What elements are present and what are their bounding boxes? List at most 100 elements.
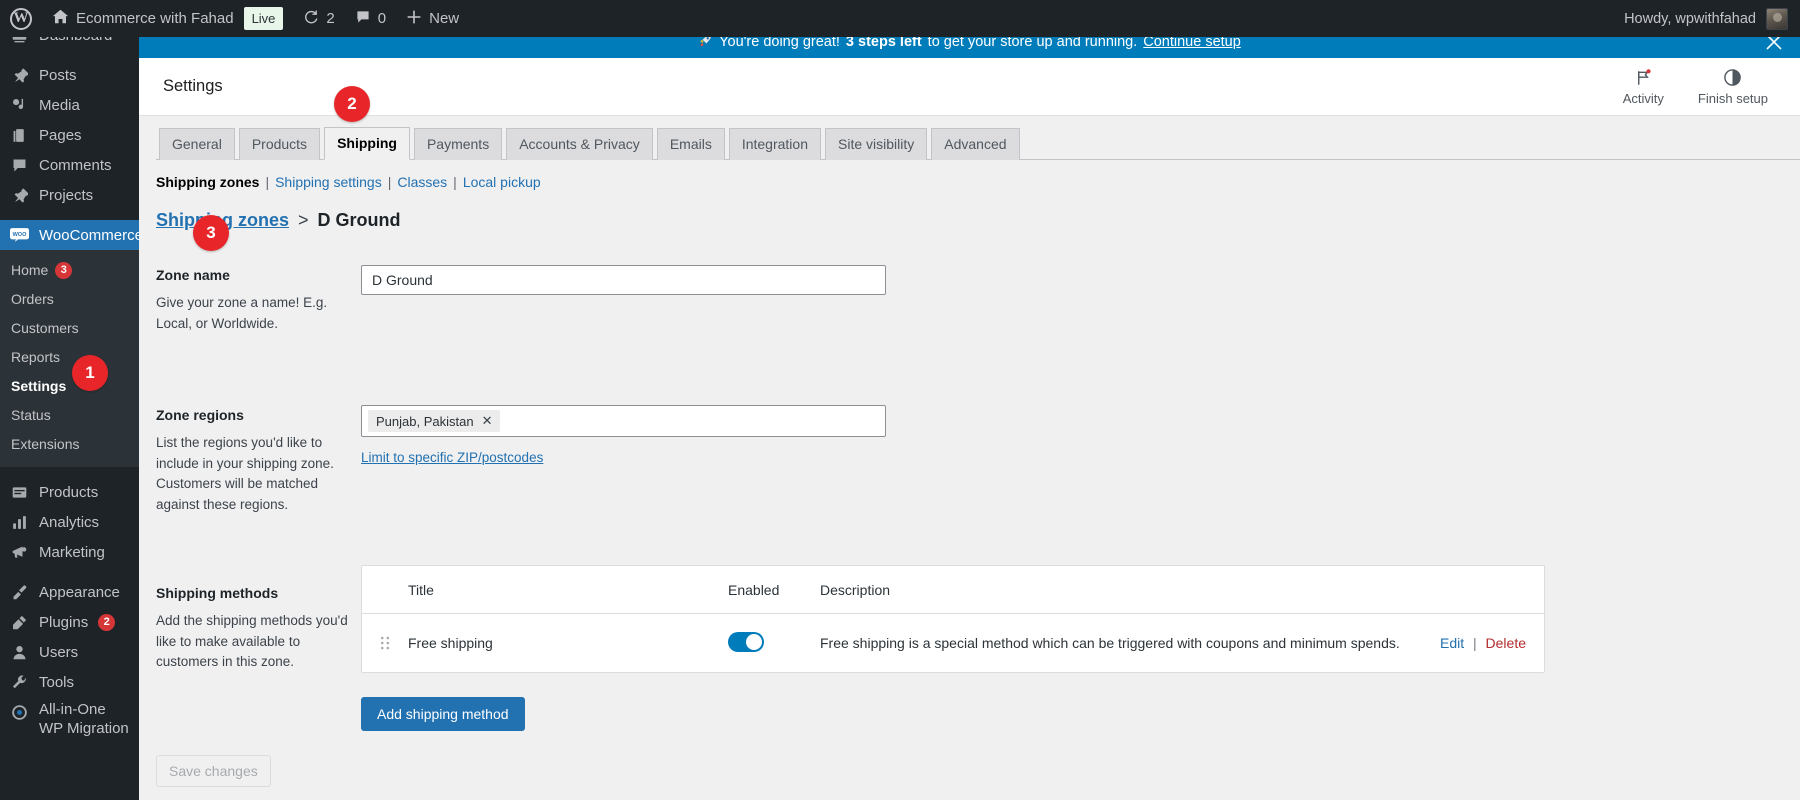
sidebar-item-all-in-one-wp-migration[interactable]: All-in-One WP Migration	[0, 697, 139, 739]
sidebar-label: Media	[39, 96, 80, 114]
sidebar-item-projects[interactable]: Projects	[0, 180, 139, 210]
woocommerce-submenu: Home 3 Orders Customers Reports Settings…	[0, 250, 139, 467]
submenu-label: Customers	[11, 320, 79, 336]
updates-menu[interactable]: 2	[293, 0, 344, 37]
region-chip-label: Punjab, Pakistan	[376, 413, 474, 429]
users-icon	[9, 642, 29, 662]
comments-menu[interactable]: 0	[345, 0, 396, 37]
step-badge-1: 1	[72, 355, 108, 391]
svg-text:WOO: WOO	[12, 232, 26, 238]
home-count-badge: 3	[55, 262, 73, 279]
tab-payments[interactable]: Payments	[413, 128, 503, 160]
zone-regions-heading: Zone regions	[156, 407, 244, 424]
settings-tabs-area: General Products Shipping Payments Accou…	[139, 116, 1800, 160]
wp-logo-menu[interactable]: W	[0, 0, 42, 37]
zone-regions-description: List the regions you'd like to include i…	[156, 435, 334, 512]
flag-activity-icon	[1634, 67, 1653, 87]
wp-admin-bar: W Ecommerce with Fahad Live 2 0 New Howd…	[0, 0, 1800, 37]
site-name-menu[interactable]: Ecommerce with Fahad	[42, 0, 244, 37]
admin-sidebar-menu: Dashboard Posts Media Pages Comments Pro…	[0, 0, 143, 800]
zone-name-input[interactable]: D Ground	[361, 265, 886, 295]
subnav-item-local-pickup[interactable]: Local pickup	[463, 174, 541, 190]
sidebar-label: WooCommerce	[39, 226, 143, 244]
sidebar-item-plugins[interactable]: Plugins 2	[0, 607, 139, 637]
delete-method-link[interactable]: Delete	[1486, 635, 1526, 651]
new-content-menu[interactable]: New	[396, 0, 469, 37]
tab-integration[interactable]: Integration	[728, 128, 821, 160]
sidebar-item-products[interactable]: Products	[0, 477, 139, 507]
submenu-item-status[interactable]: Status	[0, 401, 139, 430]
step-badge-3: 3	[193, 215, 229, 251]
table-header-row: Title Enabled Description	[362, 566, 1544, 615]
submenu-item-settings[interactable]: Settings	[0, 372, 139, 401]
submenu-item-customers[interactable]: Customers	[0, 314, 139, 343]
breadcrumb-separator: >	[298, 210, 309, 230]
tab-emails[interactable]: Emails	[656, 128, 725, 160]
tab-site-visibility[interactable]: Site visibility	[825, 128, 928, 160]
subnav-separator: |	[387, 174, 392, 190]
finish-setup-label: Finish setup	[1697, 91, 1768, 106]
method-actions: Edit | Delete	[1414, 635, 1544, 651]
subnav-item-shipping-settings[interactable]: Shipping settings	[275, 174, 382, 190]
tab-shipping[interactable]: Shipping	[324, 127, 410, 160]
sidebar-item-analytics[interactable]: Analytics	[0, 507, 139, 537]
sidebar-item-comments[interactable]: Comments	[0, 150, 139, 180]
tab-accounts-privacy[interactable]: Accounts & Privacy	[506, 128, 653, 160]
column-header-title: Title	[408, 581, 434, 598]
updates-icon	[303, 9, 319, 29]
howdy-label: Howdy, wpwithfahad	[1624, 10, 1756, 27]
sidebar-item-pages[interactable]: Pages	[0, 120, 139, 150]
sidebar-label: Pages	[39, 126, 82, 144]
sidebar-label: Analytics	[39, 513, 100, 531]
add-shipping-method-button[interactable]: Add shipping method	[361, 697, 525, 732]
close-x-icon[interactable]: ✕	[482, 413, 493, 429]
activity-panel-button[interactable]: Activity	[1623, 67, 1664, 106]
aiowpm-icon	[9, 702, 29, 722]
submenu-item-home[interactable]: Home 3	[0, 256, 139, 285]
sidebar-item-woocommerce[interactable]: WOO WooCommerce	[0, 220, 143, 250]
home-icon	[52, 8, 69, 29]
region-chip[interactable]: Punjab, Pakistan ✕	[368, 410, 501, 433]
sidebar-item-tools[interactable]: Tools	[0, 667, 139, 697]
zone-name-row: Zone name Give your zone a name! E.g. Lo…	[156, 265, 1800, 334]
tab-general[interactable]: General	[159, 128, 235, 160]
comments-icon	[9, 155, 29, 175]
save-changes-button[interactable]: Save changes	[156, 755, 271, 788]
tab-products[interactable]: Products	[238, 128, 321, 160]
sidebar-item-users[interactable]: Users	[0, 637, 139, 667]
submenu-label: Home	[11, 262, 49, 278]
finish-setup-button[interactable]: Finish setup	[1698, 67, 1768, 106]
sidebar-item-appearance[interactable]: Appearance	[0, 577, 139, 607]
limit-zip-postcodes-link[interactable]: Limit to specific ZIP/postcodes	[361, 450, 543, 465]
sidebar-label: All-in-One WP Migration	[39, 701, 129, 737]
sidebar-label: Plugins	[39, 613, 89, 631]
zone-name-description: Give your zone a name! E.g. Local, or Wo…	[156, 295, 328, 331]
wordpress-logo-icon: W	[10, 7, 32, 30]
sidebar-label: Posts	[39, 66, 77, 84]
marketing-megaphone-icon	[9, 542, 29, 562]
method-enabled-toggle[interactable]	[728, 631, 764, 652]
zone-regions-select[interactable]: Punjab, Pakistan ✕	[361, 405, 886, 438]
drag-handle-icon[interactable]	[362, 635, 408, 651]
posts-pin-icon	[9, 65, 29, 85]
submenu-item-orders[interactable]: Orders	[0, 285, 139, 314]
method-title[interactable]: Free shipping	[408, 635, 728, 651]
sidebar-item-media[interactable]: Media	[0, 90, 139, 120]
submenu-item-extensions[interactable]: Extensions	[0, 430, 139, 459]
shipping-methods-table: Title Enabled Description Free shipping …	[361, 565, 1545, 674]
column-header-enabled: Enabled	[728, 581, 780, 598]
action-separator: |	[1473, 635, 1477, 652]
main-content-area: You're doing great! 3 steps left to get …	[139, 0, 1800, 800]
subnav-item-classes[interactable]: Classes	[397, 174, 447, 190]
sidebar-item-posts[interactable]: Posts	[0, 60, 139, 90]
submenu-label: Orders	[11, 291, 54, 307]
submenu-item-reports[interactable]: Reports	[0, 343, 139, 372]
my-account-menu[interactable]: Howdy, wpwithfahad	[1624, 7, 1800, 30]
tab-advanced[interactable]: Advanced	[931, 128, 1020, 160]
plugins-count-badge: 2	[98, 613, 116, 631]
live-status[interactable]: Live	[243, 0, 294, 37]
subnav-item-shipping-zones[interactable]: Shipping zones	[156, 174, 259, 190]
plus-icon	[406, 9, 422, 29]
edit-method-link[interactable]: Edit	[1440, 635, 1464, 651]
sidebar-item-marketing[interactable]: Marketing	[0, 537, 139, 567]
